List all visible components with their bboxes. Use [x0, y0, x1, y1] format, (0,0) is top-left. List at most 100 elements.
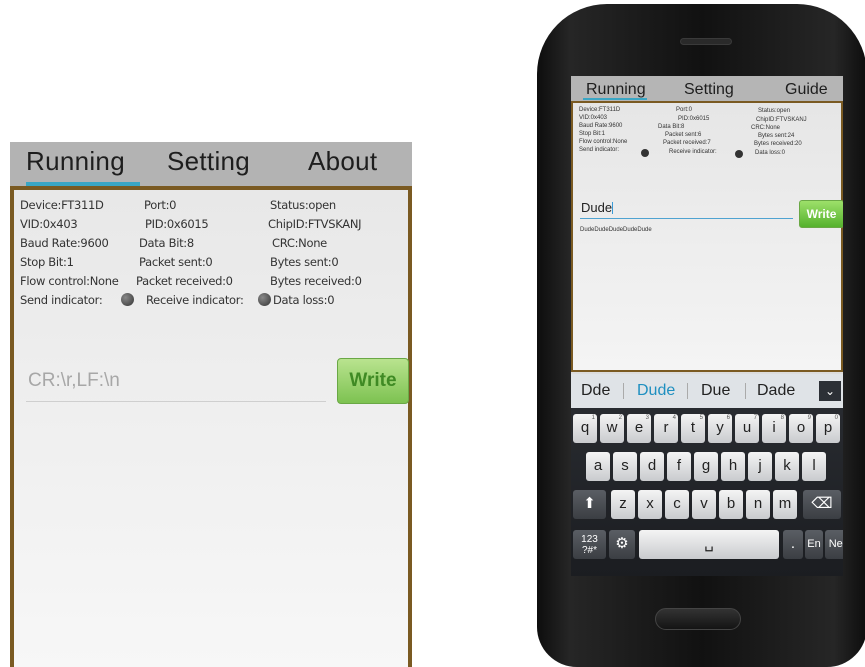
key-y[interactable]: y6 [708, 414, 732, 443]
flow-control-label: Flow control:None [20, 274, 119, 288]
running-panel: Device:FT311D Port:0 Status:open VID:0x4… [10, 186, 412, 667]
vid-label: VID:0x403 [20, 217, 78, 231]
phone-active-tab-indicator [583, 98, 647, 100]
tab-about[interactable]: About [308, 146, 377, 177]
phone-screen: Running Setting Guide Device:FT311D Port… [571, 76, 843, 576]
key-q[interactable]: q1 [573, 414, 597, 443]
home-button[interactable] [655, 608, 741, 630]
key-e[interactable]: e3 [627, 414, 651, 443]
key-w[interactable]: w2 [600, 414, 624, 443]
key-k[interactable]: k [775, 452, 799, 481]
send-indicator-dot [121, 293, 134, 306]
tab-setting[interactable]: Setting [167, 146, 250, 177]
chevron-down-icon[interactable]: ⌄ [819, 381, 841, 401]
text-cursor [612, 202, 614, 214]
key-j[interactable]: j [748, 452, 772, 481]
key-number-hint: 3 [645, 415, 649, 421]
key-b[interactable]: b [719, 490, 743, 519]
space-bar[interactable]: ␣ [639, 530, 779, 559]
key-s[interactable]: s [613, 452, 637, 481]
phone-pid-label: PID:0x6015 [678, 116, 710, 122]
phone-data-bit-label: Data Bit:8 [658, 124, 685, 130]
key-number-hint: 6 [726, 415, 730, 421]
key-v[interactable]: v [692, 490, 716, 519]
phone-chip-id-label: ChipID:FTVSKANJ [756, 117, 807, 123]
device-label: Device:FT311D [20, 198, 104, 212]
next-key[interactable]: Next [825, 530, 843, 559]
suggestion-dade[interactable]: Dade [757, 382, 795, 400]
key-label: o [796, 419, 806, 436]
key-c[interactable]: c [665, 490, 689, 519]
key-a[interactable]: a [586, 452, 610, 481]
suggestion-dde[interactable]: Dde [581, 382, 610, 400]
backspace-icon[interactable]: ⌫ [803, 490, 841, 519]
key-number-hint: 7 [753, 415, 757, 421]
key-label: u [742, 419, 752, 436]
chip-id-label: ChipID:FTVSKANJ [268, 217, 362, 231]
receive-indicator-label: Receive indicator: [146, 293, 244, 307]
key-x[interactable]: x [638, 490, 662, 519]
phone-tab-guide[interactable]: Guide [785, 81, 828, 99]
port-label: Port:0 [144, 198, 177, 212]
tab-running[interactable]: Running [26, 146, 125, 177]
key-label: i [772, 419, 776, 436]
send-text-input[interactable]: CR:\r,LF:\n [26, 356, 326, 402]
key-f[interactable]: f [667, 452, 691, 481]
send-indicator-label: Send indicator: [20, 293, 103, 307]
key-p[interactable]: p0 [816, 414, 840, 443]
phone-device-label: Device:FT311D [579, 107, 621, 113]
phone-send-text-input[interactable]: Dude [580, 197, 793, 219]
key-number-hint: 5 [699, 415, 703, 421]
suggestion-divider [745, 383, 746, 399]
key-label: p [823, 419, 833, 436]
write-button[interactable]: Write [337, 358, 409, 404]
key-g[interactable]: g [694, 452, 718, 481]
key-n[interactable]: n [746, 490, 770, 519]
period-key[interactable]: . [783, 530, 803, 559]
phone-stop-bit-label: Stop Bit:1 [579, 131, 606, 137]
speaker-grille [680, 38, 732, 45]
key-u[interactable]: u7 [735, 414, 759, 443]
suggestion-due[interactable]: Due [701, 382, 730, 400]
phone-bytes-received-label: Bytes received:20 [754, 141, 802, 147]
soft-keyboard: Dde Dude Due Dade ⌄ q1 w2 e3 r4 t5 y6 u7… [571, 374, 843, 576]
key-r[interactable]: r4 [654, 414, 678, 443]
phone-packet-sent-label: Packet sent:6 [665, 132, 702, 138]
key-t[interactable]: t5 [681, 414, 705, 443]
key-z[interactable]: z [611, 490, 635, 519]
phone-bytes-sent-label: Bytes sent:24 [758, 133, 795, 139]
key-number-hint: 9 [807, 415, 811, 421]
key-i[interactable]: i8 [762, 414, 786, 443]
data-loss-label: Data loss:0 [273, 293, 335, 307]
key-d[interactable]: d [640, 452, 664, 481]
key-number-hint: 1 [591, 415, 595, 421]
suggestion-dude[interactable]: Dude [637, 382, 675, 400]
key-m[interactable]: m [773, 490, 797, 519]
phone-tab-running[interactable]: Running [586, 81, 646, 99]
symbols-key[interactable]: 123 ?#* [573, 530, 606, 559]
baud-rate-label: Baud Rate:9600 [20, 236, 109, 250]
phone-send-indicator-label: Send indicator: [579, 147, 620, 153]
language-key[interactable]: En [805, 530, 823, 559]
phone-data-loss-label: Data loss:0 [755, 150, 786, 156]
phone-write-button[interactable]: Write [799, 200, 843, 228]
phone-status-label: Status:open [758, 108, 791, 114]
key-label: r [663, 419, 669, 436]
suggestion-divider [623, 383, 624, 399]
settings-icon[interactable]: ⚙ [609, 530, 635, 559]
phone-tab-setting[interactable]: Setting [684, 81, 734, 99]
status-label: Status:open [270, 198, 336, 212]
phone-crc-label: CRC:None [751, 125, 781, 131]
packet-sent-label: Packet sent:0 [139, 255, 213, 269]
key-h[interactable]: h [721, 452, 745, 481]
suggestion-bar: Dde Dude Due Dade ⌄ [571, 374, 843, 408]
key-o[interactable]: o9 [789, 414, 813, 443]
phone-input-value: Dude [581, 200, 613, 215]
packet-received-label: Packet received:0 [136, 274, 233, 288]
phone-device: Running Setting Guide Device:FT311D Port… [537, 4, 865, 667]
shift-icon[interactable]: ⬆ [573, 490, 606, 519]
phone-packet-received-label: Packet received:7 [663, 140, 711, 146]
phone-running-panel: Device:FT311D Port:0 Status:open VID:0x4… [571, 101, 843, 372]
key-number-hint: 0 [834, 415, 838, 421]
key-l[interactable]: l [802, 452, 826, 481]
